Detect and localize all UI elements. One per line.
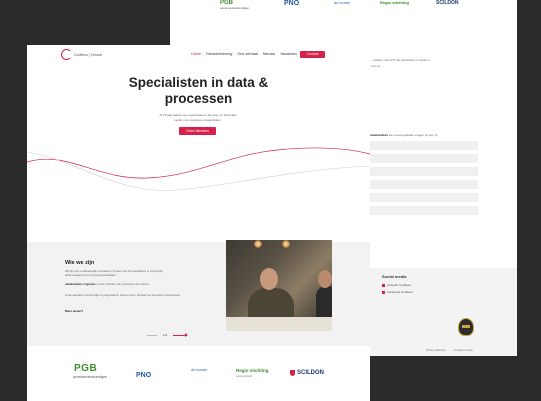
logo-scildon: SCILDON	[290, 370, 324, 376]
faq-row[interactable]	[370, 166, 478, 176]
about-read-more-link[interactable]: Meer weten?	[65, 309, 83, 313]
nav-dienstverlening[interactable]: Dienstverlening	[206, 52, 232, 56]
back-faq-list	[370, 140, 478, 218]
carousel-pager: 1/4	[147, 333, 189, 337]
about-paragraph: Onze aanpak is persoonlijk en pragmatisc…	[65, 293, 181, 297]
logo-pgb-subtitle: pensioendeskundigen	[73, 375, 108, 379]
about-paragraph: Wij zijn een onafhankelijk consultancy b…	[65, 269, 163, 278]
back-logo-dekoster: de koster	[334, 0, 351, 5]
faq-row[interactable]	[370, 153, 478, 163]
back-logo-scildon: SCILDON	[436, 0, 459, 6]
site-logo[interactable]: Codifeeu | Creach	[61, 49, 102, 60]
logo-dekoster: de koster	[191, 367, 208, 372]
back-logo-pgb: PGB pensioendeskundigen	[220, 0, 250, 10]
facebook-link[interactable]: Facebook Codifeeu	[382, 290, 413, 294]
back-logo-regio: Regio stichting	[380, 0, 409, 5]
pager-next-arrow-icon[interactable]	[173, 333, 189, 337]
linkedin-icon	[382, 283, 385, 287]
hero-cta-button[interactable]: Onze diensten	[179, 127, 216, 135]
footer-links: Privacy statement Codifeeu Creach	[426, 349, 473, 352]
nav-home[interactable]: Home	[191, 52, 201, 56]
table-surface	[226, 317, 332, 331]
back-table-intro: datakwaliteit De meest gestelde vragen o…	[370, 133, 438, 137]
certification-badge-icon	[458, 318, 474, 336]
hero-title: Specialisten in data & processen	[128, 75, 269, 106]
faq-row[interactable]	[370, 192, 478, 202]
lamp-light	[282, 240, 290, 248]
nav-vacatures[interactable]: Vacatures	[280, 52, 297, 56]
front-page-mockup: Codifeeu | Creach Home Dienstverlening O…	[27, 45, 370, 401]
back-client-logos: PGB pensioendeskundigen PNO de koster Reg…	[170, 0, 517, 14]
client-logos: PGB pensioendeskundigen PNO de koster Re…	[27, 358, 370, 388]
lamp-light	[254, 240, 262, 248]
linkedin-link[interactable]: Linkedin Codifeeu	[382, 283, 411, 287]
logo-pgb: PGB	[74, 363, 98, 374]
hero-subtitle: Al 25 jaar helpen we organisaties in de …	[159, 113, 237, 122]
logo-pno: PNO	[136, 372, 152, 379]
site-header: Codifeeu | Creach Home Dienstverlening O…	[27, 45, 370, 65]
back-footer: Social media Linkedin Codifeeu Facebook …	[370, 268, 517, 356]
facebook-icon	[382, 290, 385, 294]
privacy-link[interactable]: Privacy statement	[426, 349, 446, 352]
nav-ons-verhaal[interactable]: Ons verhaal	[237, 52, 257, 56]
decorative-wave	[27, 147, 370, 191]
faq-row[interactable]	[370, 140, 478, 150]
contact-button[interactable]: Contact	[300, 51, 325, 58]
faq-row[interactable]	[370, 205, 478, 215]
about-title: Wie we zijn	[65, 260, 95, 266]
faq-row[interactable]	[370, 179, 478, 189]
logo-mark-icon	[61, 49, 72, 60]
back-side-text: ...stelling. Het CTT als activiteiten en…	[371, 58, 430, 68]
logo-regio-subtitle: pensioenfonds	[236, 375, 253, 378]
scildon-shield-icon	[290, 370, 295, 376]
company-link[interactable]: Codifeeu Creach	[454, 349, 473, 352]
about-paragraph: datakwaliteit, migraties en het inrichte…	[65, 282, 150, 286]
social-media-title: Social media	[382, 274, 407, 279]
mockup-stage: PGB pensioendeskundigen PNO de koster Reg…	[0, 0, 541, 401]
back-logo-pno: PNO	[284, 0, 300, 7]
logo-regio: Regio stichting	[236, 368, 269, 373]
nav-nieuws[interactable]: Nieuws	[263, 52, 275, 56]
team-photo	[226, 240, 332, 331]
pager-prev-arrow-icon[interactable]	[147, 334, 157, 336]
main-nav: Home Dienstverlening Ons verhaal Nieuws …	[191, 52, 297, 56]
pager-label: 1/4	[163, 333, 168, 337]
